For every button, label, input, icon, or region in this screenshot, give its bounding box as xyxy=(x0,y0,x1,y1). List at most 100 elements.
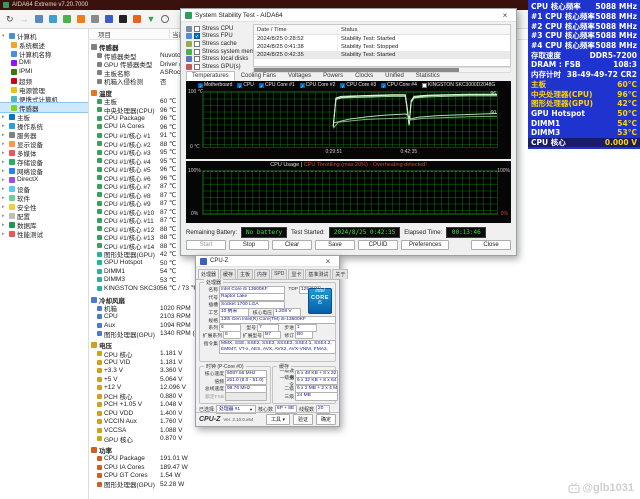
tab-cooling-fans[interactable]: Cooling Fans xyxy=(235,71,282,81)
sensor-row[interactable]: CPU IA Cores189.47 W xyxy=(89,463,640,472)
sensor-row[interactable]: CPU GT Cores1.54 W xyxy=(89,472,640,481)
column-header-item[interactable]: 项目 xyxy=(89,29,169,39)
update-icon[interactable]: ▼ xyxy=(147,14,156,24)
sensor-row[interactable]: CPU VID1.181 V xyxy=(89,358,640,367)
tree-item-存储设备[interactable]: ▸存储设备 xyxy=(0,157,88,166)
log-col-status[interactable]: Status xyxy=(338,27,510,33)
tree-item-配置[interactable]: ▸配置 xyxy=(0,211,88,220)
checkbox-stress-fpu[interactable]: ✓ xyxy=(194,33,200,39)
tree-item-IPMI[interactable]: IPMI xyxy=(0,67,88,76)
checkbox-stress-local-disks[interactable] xyxy=(194,56,200,62)
legend-item[interactable]: ✓CPU Core #3 xyxy=(340,82,376,88)
tree-item-设备[interactable]: ▸设备 xyxy=(0,184,88,193)
log-row[interactable]: 2024/8/25 0:42:35Stability Test: Started xyxy=(254,51,510,59)
monitor-icon[interactable] xyxy=(49,15,57,23)
tools-icon[interactable] xyxy=(91,15,99,23)
tree-item-传感器[interactable]: 传感器 xyxy=(0,103,88,112)
sensor-row[interactable]: GPU 核心0.870 V xyxy=(89,435,640,444)
legend-checkbox[interactable]: ✓ xyxy=(259,83,264,88)
sensor-row[interactable]: 机箱1020 RPM xyxy=(89,304,640,313)
sensor-row[interactable]: GPU Hotspot50 ℃ xyxy=(89,259,640,268)
legend-item[interactable]: ✓CPU Core #4 xyxy=(381,82,417,88)
legend-item[interactable]: ✓CPU Core #2 xyxy=(300,82,336,88)
memory-icon[interactable] xyxy=(63,15,71,23)
tree-item-服务器[interactable]: ▸服务器 xyxy=(0,130,88,139)
legend-checkbox[interactable]: ✓ xyxy=(300,83,305,88)
sensor-row[interactable]: PCH 核心0.880 V xyxy=(89,392,640,401)
cpuz-tab-基准测试[interactable]: 基准测试 xyxy=(305,269,331,279)
flame-icon[interactable] xyxy=(77,15,85,23)
tab-unified[interactable]: Unified xyxy=(379,71,410,81)
checkbox-stress-cache[interactable] xyxy=(194,41,200,47)
tree-item-主板[interactable]: ▸主板 xyxy=(0,112,88,121)
tree-item-操作系统[interactable]: ▸操作系统 xyxy=(0,121,88,130)
legend-checkbox[interactable]: ✓ xyxy=(198,83,203,88)
checkbox-stress-cpu[interactable] xyxy=(194,26,200,32)
tree-item-数据库[interactable]: ▸数据库 xyxy=(0,220,88,229)
clear-button[interactable]: Clear xyxy=(272,240,312,250)
cpuid-button[interactable]: CPUID xyxy=(358,240,398,250)
cpuz-tab-SPD[interactable]: SPD xyxy=(271,269,287,279)
cpuz-tab-处理器[interactable]: 处理器 xyxy=(198,269,219,279)
stop-button[interactable]: Stop xyxy=(229,240,269,250)
cpuz-titlebar[interactable]: CPU-Z × xyxy=(196,256,339,267)
tab-voltages[interactable]: Voltages xyxy=(282,71,317,81)
close-button[interactable]: Close xyxy=(471,240,511,250)
validate-button[interactable]: 验证 xyxy=(293,414,313,425)
tab-temperatures[interactable]: Temperatures xyxy=(186,71,235,81)
sensor-row[interactable]: CPU VDD1.400 V xyxy=(89,409,640,418)
sensor-row[interactable]: VCCIN Aux1.760 V xyxy=(89,418,640,427)
sensor-row[interactable]: KINGSTON SKC3000D2048G56 ℃ / 73 ℃ xyxy=(89,284,640,293)
tree-item-DMI[interactable]: DMI xyxy=(0,58,88,67)
tree-item-软件[interactable]: ▸软件 xyxy=(0,193,88,202)
legend-checkbox[interactable]: ✓ xyxy=(340,83,345,88)
sensor-row[interactable]: 图形处理器(GPU)52.28 W xyxy=(89,480,640,489)
checkbox-stress-system-memory[interactable] xyxy=(194,49,200,55)
gauge-icon[interactable] xyxy=(133,15,141,23)
tab-powers[interactable]: Powers xyxy=(317,71,349,81)
sensor-row[interactable]: DIMM353 ℃ xyxy=(89,276,640,285)
log-row[interactable]: 2024/8/25 0:28:52Stability Test: Started xyxy=(254,35,510,43)
tab-statistics[interactable]: Statistics xyxy=(410,71,446,81)
tools-button[interactable]: 工具 ▾ xyxy=(266,414,290,425)
tree-item-网络设备[interactable]: ▸网络设备 xyxy=(0,166,88,175)
ok-button[interactable]: 确定 xyxy=(316,414,336,425)
chart-icon[interactable] xyxy=(105,15,113,23)
sensor-row[interactable]: +5 V5.064 V xyxy=(89,375,640,384)
sensor-row[interactable]: 图形处理器(GPU)1340 RPM (47%) xyxy=(89,330,640,339)
sensor-section-header[interactable]: 冷却风扇 xyxy=(89,296,640,305)
forward-icon[interactable]: → xyxy=(20,14,29,24)
sensor-section-header[interactable]: 电压 xyxy=(89,341,640,350)
legend-item[interactable]: ✓CPU Core #1 xyxy=(259,82,295,88)
cpuz-tab-主板[interactable]: 主板 xyxy=(237,269,253,279)
sensor-row[interactable]: CPU Package191.01 W xyxy=(89,455,640,464)
cpuz-tab-关于[interactable]: 关于 xyxy=(332,269,348,279)
tree-item-多媒体[interactable]: ▸多媒体 xyxy=(0,148,88,157)
sensor-row[interactable]: CPU 核心1.181 V xyxy=(89,350,640,359)
tree-item-显示设备[interactable]: ▸显示设备 xyxy=(0,139,88,148)
legend-checkbox[interactable]: ✓ xyxy=(381,83,386,88)
screenshot-icon[interactable] xyxy=(119,15,127,23)
legend-checkbox[interactable]: ✓ xyxy=(237,83,242,88)
close-icon[interactable]: × xyxy=(498,11,512,20)
sensor-row[interactable]: VCCSA1.088 V xyxy=(89,426,640,435)
legend-item[interactable]: ✓Motherboard xyxy=(198,82,232,88)
stability-titlebar[interactable]: System Stability Test - AIDA64 × xyxy=(181,9,516,22)
checkbox-stress-gpu-s-[interactable] xyxy=(194,64,200,70)
cpuz-tab-缓存[interactable]: 缓存 xyxy=(220,269,236,279)
tab-clocks[interactable]: Clocks xyxy=(349,71,379,81)
cpuz-tab-显卡[interactable]: 显卡 xyxy=(288,269,304,279)
tree-item-性能测试[interactable]: ▸性能测试 xyxy=(0,229,88,238)
tree-item-计算机名称[interactable]: 计算机名称 xyxy=(0,49,88,58)
search-icon[interactable] xyxy=(161,15,169,23)
sensor-row[interactable]: CPU2103 RPM xyxy=(89,313,640,322)
cpuz-tab-内存[interactable]: 内存 xyxy=(254,269,270,279)
preferences-button[interactable]: Preferences xyxy=(401,240,449,250)
refresh-icon[interactable]: ↻ xyxy=(6,14,14,24)
save-button[interactable]: Save xyxy=(315,240,355,250)
sensor-row[interactable]: +12 V12.096 V xyxy=(89,384,640,393)
close-icon[interactable]: × xyxy=(321,257,335,266)
sensor-row[interactable]: DIMM154 ℃ xyxy=(89,267,640,276)
tree-item-便携式计算机[interactable]: 便携式计算机 xyxy=(0,94,88,103)
sensor-row[interactable]: +3.3 V3.360 V xyxy=(89,367,640,376)
